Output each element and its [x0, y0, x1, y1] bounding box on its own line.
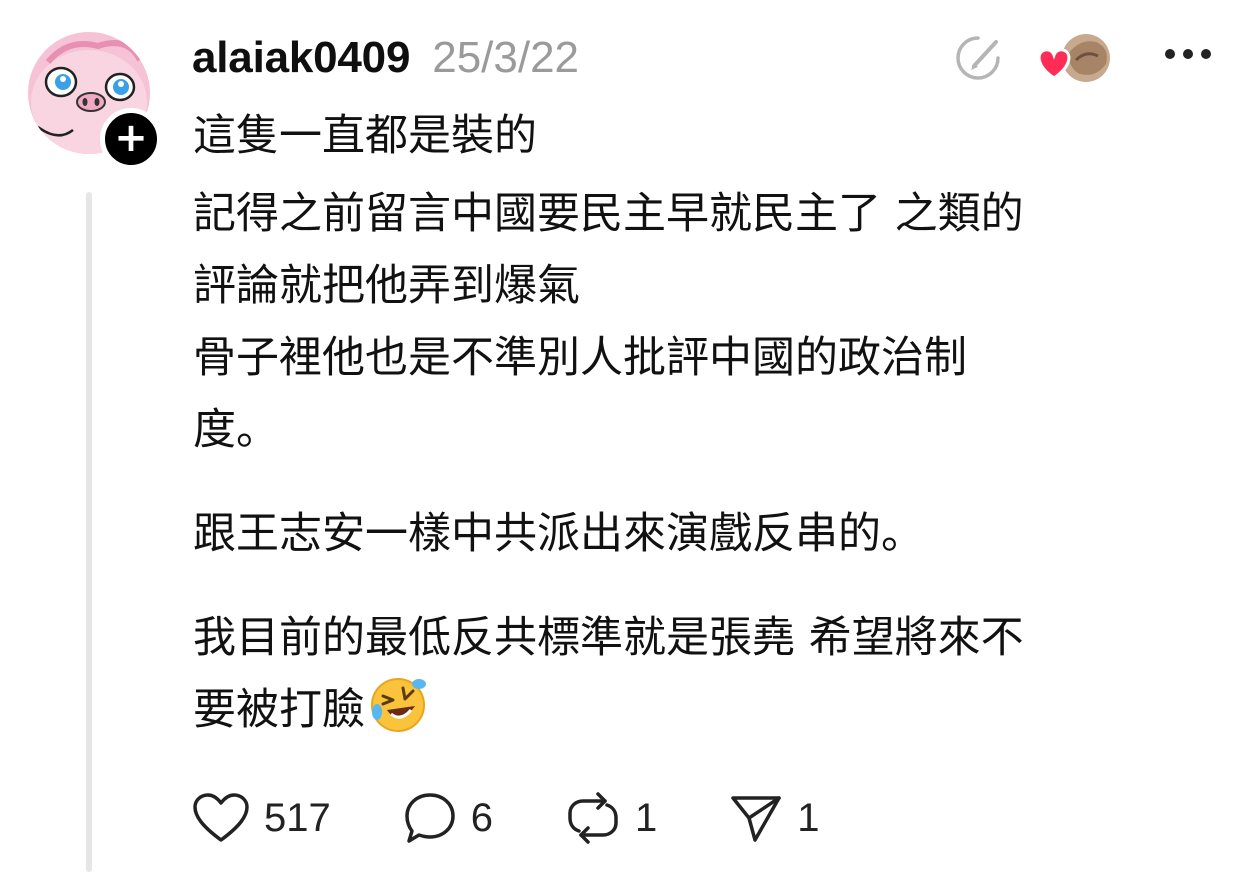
liked-by-avatar-heart-icon[interactable]	[1034, 30, 1116, 86]
follow-button[interactable]: +	[100, 108, 162, 170]
post-header: alaiak0409 25/3/22	[192, 26, 579, 90]
repost-icon	[568, 792, 618, 844]
share-count: 1	[797, 795, 820, 840]
send-paper-plane-icon	[731, 796, 781, 842]
post-line: 這隻一直都是裝的	[193, 111, 537, 161]
repost-button[interactable]: 1	[565, 791, 657, 845]
thread-line	[86, 192, 92, 872]
pencil-circle-icon[interactable]	[952, 32, 1004, 84]
heart-icon	[193, 793, 249, 842]
comment-button[interactable]: 6	[403, 791, 493, 845]
more-dots-icon[interactable]	[1162, 42, 1214, 66]
repost-count: 1	[635, 795, 658, 840]
action-bar: 517 6 1 1	[192, 786, 892, 850]
post-line-text: 要被打臉	[193, 685, 365, 735]
post-line: 骨子裡他也是不準別人批評中國的政治制	[193, 333, 967, 383]
post-line: 跟王志安一樣中共派出來演戲反串的。	[193, 509, 924, 559]
like-count: 517	[264, 795, 331, 840]
comment-count: 6	[470, 795, 493, 840]
post-line: 度。	[193, 405, 279, 455]
timestamp: 25/3/22	[432, 33, 580, 82]
username[interactable]: alaiak0409	[192, 33, 410, 83]
comment-bubble-icon	[405, 793, 455, 843]
share-button[interactable]: 1	[729, 792, 820, 844]
like-button[interactable]: 517	[192, 792, 331, 844]
post-line: 我目前的最低反共標準就是張堯 希望將來不	[193, 613, 1024, 663]
post-last-line: 要被打臉	[193, 674, 1213, 746]
post-line: 記得之前留言中國要民主早就民主了 之類的	[193, 189, 1024, 239]
post-body: 這隻一直都是裝的 記得之前留言中國要民主早就民主了 之類的 評論就把他弄到爆氣 …	[193, 100, 1213, 746]
post-line: 評論就把他弄到爆氣	[193, 261, 580, 311]
rolling-on-floor-laughing-emoji	[371, 678, 426, 732]
